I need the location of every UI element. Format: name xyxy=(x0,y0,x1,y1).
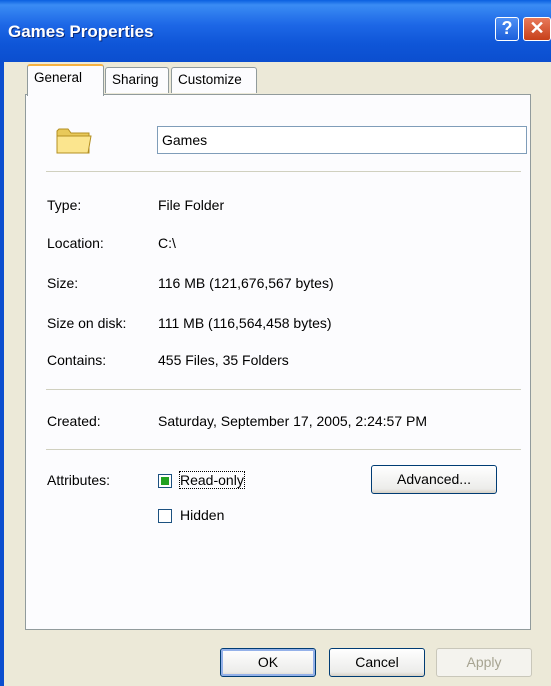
properties-window: Games Properties ? ✕ General Sharing Cus… xyxy=(0,0,551,686)
cancel-button[interactable]: Cancel xyxy=(329,648,425,677)
tab-general[interactable]: General xyxy=(27,64,104,96)
tab-sharing[interactable]: Sharing xyxy=(105,67,169,93)
window-title: Games Properties xyxy=(8,22,154,41)
help-button[interactable]: ? xyxy=(495,17,519,41)
size-on-disk-label: Size on disk: xyxy=(47,315,127,331)
close-button[interactable]: ✕ xyxy=(523,17,551,41)
window-frame-left xyxy=(0,62,4,686)
created-value: Saturday, September 17, 2005, 2:24:57 PM xyxy=(158,413,428,429)
attributes-label: Attributes: xyxy=(47,472,111,488)
folder-name-input[interactable] xyxy=(157,126,527,154)
type-value: File Folder xyxy=(158,197,225,213)
readonly-checkbox[interactable] xyxy=(158,474,172,488)
size-value: 116 MB (121,676,567 bytes) xyxy=(158,275,334,291)
size-label: Size: xyxy=(47,275,79,291)
contains-value: 455 Files, 35 Folders xyxy=(158,352,289,368)
location-label: Location: xyxy=(47,235,104,251)
divider xyxy=(46,171,521,172)
apply-button[interactable]: Apply xyxy=(436,648,532,677)
hidden-label[interactable]: Hidden xyxy=(180,507,224,523)
hidden-checkbox[interactable] xyxy=(158,509,172,523)
readonly-label[interactable]: Read-only xyxy=(179,471,245,489)
location-value: C:\ xyxy=(158,235,176,251)
ok-button[interactable]: OK xyxy=(220,648,316,677)
advanced-button[interactable]: Advanced... xyxy=(371,465,497,494)
divider xyxy=(46,389,521,390)
contains-label: Contains: xyxy=(47,352,107,368)
folder-icon xyxy=(56,128,92,154)
created-label: Created: xyxy=(47,413,101,429)
general-tab-panel: Type: File Folder Location: C:\ Size: 11… xyxy=(25,94,531,630)
title-bar[interactable]: Games Properties ? ✕ xyxy=(0,0,551,62)
tab-customize[interactable]: Customize xyxy=(171,67,257,93)
type-label: Type: xyxy=(47,197,82,213)
size-on-disk-value: 111 MB (116,564,458 bytes) xyxy=(158,315,332,331)
divider xyxy=(46,449,521,450)
